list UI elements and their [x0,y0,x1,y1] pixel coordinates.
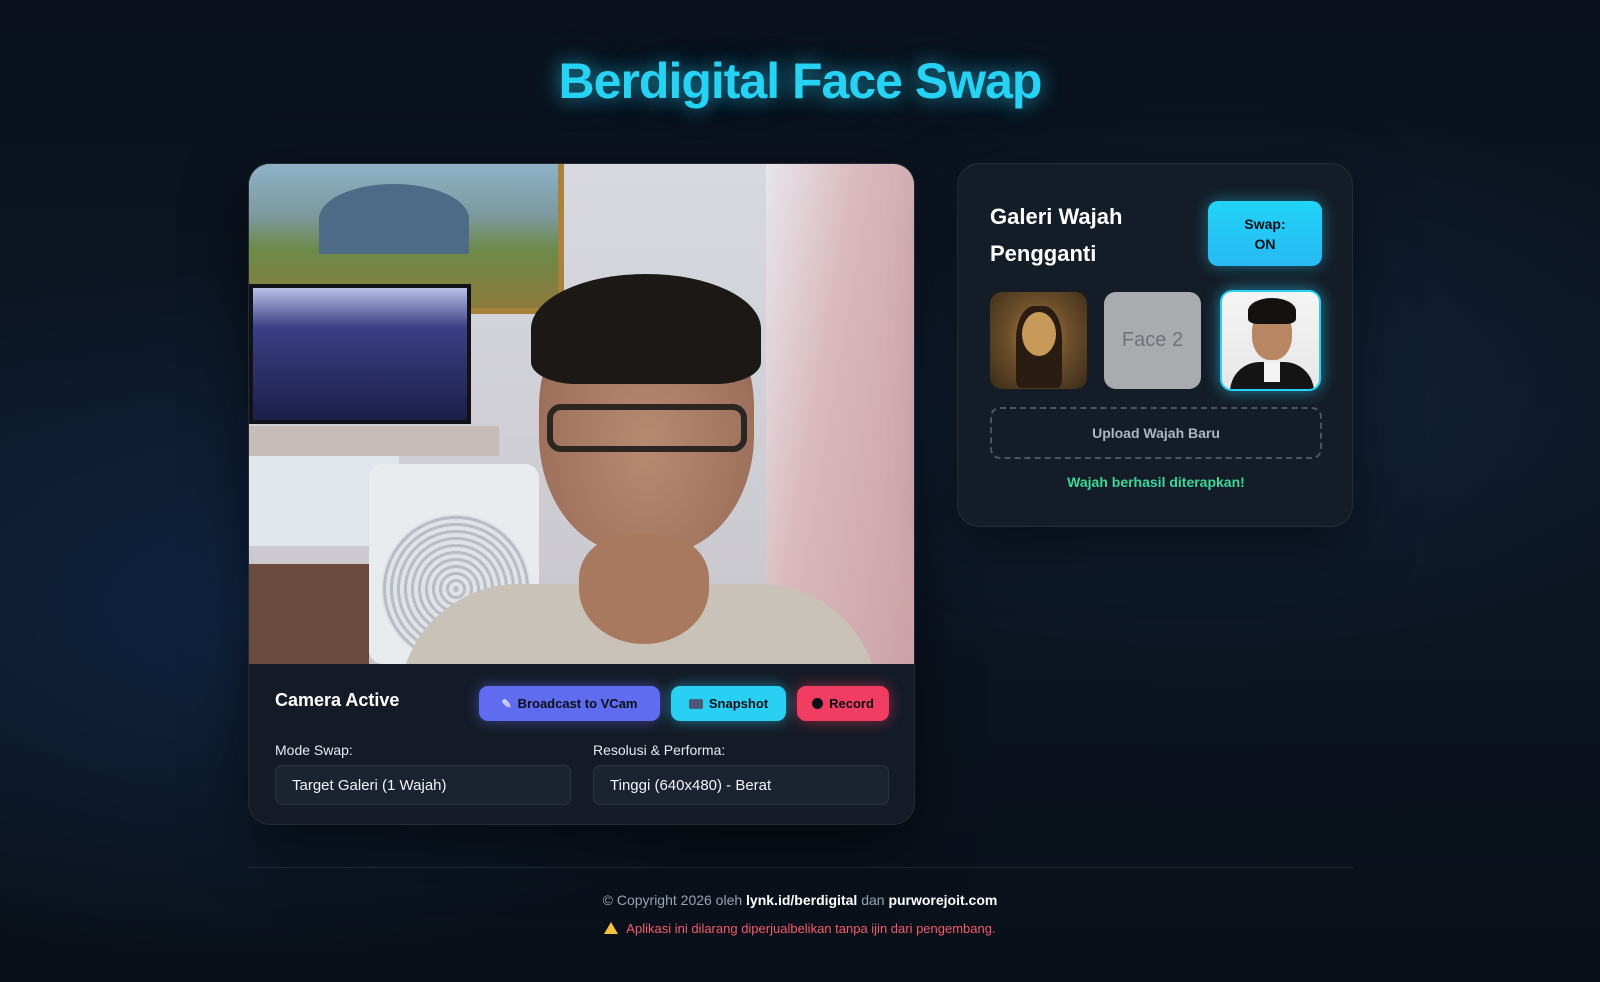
app-title: Berdigital Face Swap [558,53,1043,109]
footer-warning: Aplikasi ini dilarang diperjualbelikan t… [0,921,1600,936]
camera-status: Camera Active [275,690,400,710]
broadcast-label: Broadcast to VCam [517,696,638,711]
upload-face-button[interactable]: Upload Wajah Baru [990,407,1322,459]
footer-copyright: © Copyright 2026 oleh lynk.id/berdigital… [0,892,1600,908]
camera-icon [688,698,703,709]
record-button[interactable]: Record [797,686,889,721]
copyright-joiner: dan [861,892,885,908]
camera-controls: Camera Active ✎ Broadcast to VCam Snapsh… [249,664,914,824]
face-thumbnail-1[interactable] [990,292,1087,389]
purworejoit-link[interactable]: purworejoit.com [888,892,997,908]
face-2-label: Face 2 [1121,329,1184,351]
swap-toggle-button[interactable]: Swap: ON [1208,201,1322,266]
mode-swap-select[interactable]: Target Galeri (1 Wajah) [275,765,571,805]
snapshot-label: Snapshot [708,696,769,711]
warning-icon [604,922,619,934]
mode-swap-label: Mode Swap: [275,742,353,758]
snapshot-button[interactable]: Snapshot [671,686,786,721]
swap-state: ON [1254,235,1276,252]
gallery-title: Galeri Wajah Pengganti [990,204,1123,266]
gallery-card: Galeri Wajah Pengganti Swap: ON Face 2 U… [957,163,1353,527]
warning-text: Aplikasi ini dilarang diperjualbelikan t… [626,921,996,936]
status-message: Wajah berhasil diterapkan! [1067,474,1245,490]
face-thumbnail-3-selected[interactable] [1220,290,1321,391]
camera-video-feed [249,164,914,664]
record-label: Record [829,696,874,711]
copyright-text: © Copyright 2026 oleh [602,892,743,908]
face-thumbnail-2[interactable]: Face 2 [1104,292,1201,389]
camera-card: Camera Active ✎ Broadcast to VCam Snapsh… [248,163,915,825]
broadcast-icon: ✎ [501,696,512,711]
resolution-label: Resolusi & Performa: [593,742,726,758]
footer-divider [248,867,1353,868]
television [249,284,471,424]
lynk-link[interactable]: lynk.id/berdigital [746,892,857,908]
resolution-select[interactable]: Tinggi (640x480) - Berat [593,765,889,805]
broadcast-vcam-button[interactable]: ✎ Broadcast to VCam [479,686,660,721]
record-dot-icon [812,698,824,709]
swap-label: Swap: [1244,215,1286,232]
